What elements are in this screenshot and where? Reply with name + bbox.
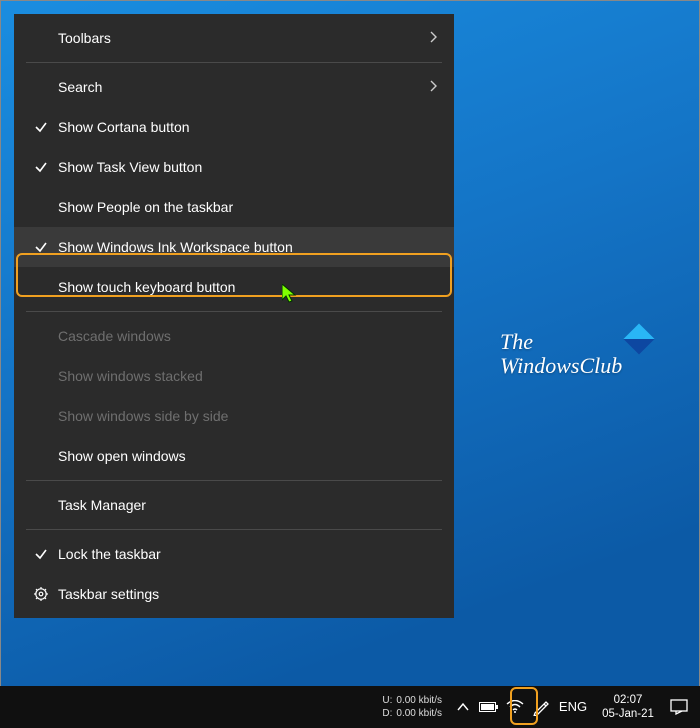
- clock-time: 02:07: [614, 693, 643, 707]
- windows-ink-workspace-icon[interactable]: [528, 686, 554, 728]
- check-icon: [28, 120, 54, 134]
- menu-item-toolbars[interactable]: Toolbars: [14, 18, 454, 58]
- menu-label-search: Search: [54, 79, 420, 95]
- check-icon: [28, 547, 54, 561]
- menu-label-taskbar-settings: Taskbar settings: [54, 586, 438, 602]
- menu-label-stacked: Show windows stacked: [54, 368, 438, 384]
- taskbar-network-meter[interactable]: U: 0.00 kbit/s D: 0.00 kbit/s: [374, 686, 450, 728]
- menu-item-show-ink[interactable]: Show Windows Ink Workspace button: [14, 227, 454, 267]
- menu-item-stacked: Show windows stacked: [14, 356, 454, 396]
- menu-separator: [26, 62, 442, 63]
- check-icon: [28, 240, 54, 254]
- menu-label-show-taskview: Show Task View button: [54, 159, 438, 175]
- chevron-right-icon: [420, 30, 438, 46]
- menu-label-open-windows: Show open windows: [54, 448, 438, 464]
- tray-overflow-button[interactable]: [450, 686, 476, 728]
- gear-icon: [28, 586, 54, 602]
- watermark-icon: [624, 323, 655, 354]
- watermark-line2: WindowsClub: [500, 354, 622, 378]
- net-up-label: U:: [382, 694, 392, 707]
- menu-item-open-windows[interactable]: Show open windows: [14, 436, 454, 476]
- clock-date: 05-Jan-21: [602, 707, 654, 721]
- taskbar: U: 0.00 kbit/s D: 0.00 kbit/s ENG 02: [0, 686, 700, 728]
- watermark-logo: The WindowsClub: [500, 330, 622, 378]
- menu-label-toolbars: Toolbars: [54, 30, 420, 46]
- menu-item-show-people[interactable]: Show People on the taskbar: [14, 187, 454, 227]
- menu-label-show-cortana: Show Cortana button: [54, 119, 438, 135]
- menu-item-cascade: Cascade windows: [14, 316, 454, 356]
- menu-item-sidebyside: Show windows side by side: [14, 396, 454, 436]
- watermark-line1: The: [500, 330, 622, 354]
- menu-separator: [26, 529, 442, 530]
- battery-icon[interactable]: [476, 686, 502, 728]
- check-icon: [28, 160, 54, 174]
- net-up-value: 0.00 kbit/s: [396, 694, 442, 707]
- taskbar-clock[interactable]: 02:07 05-Jan-21: [592, 693, 664, 721]
- menu-label-sidebyside: Show windows side by side: [54, 408, 438, 424]
- menu-item-show-touch-keyboard[interactable]: Show touch keyboard button: [14, 267, 454, 307]
- menu-item-task-manager[interactable]: Task Manager: [14, 485, 454, 525]
- language-indicator[interactable]: ENG: [554, 686, 592, 728]
- menu-item-search[interactable]: Search: [14, 67, 454, 107]
- menu-item-show-taskview[interactable]: Show Task View button: [14, 147, 454, 187]
- menu-label-show-touch: Show touch keyboard button: [54, 279, 438, 295]
- menu-label-show-people: Show People on the taskbar: [54, 199, 438, 215]
- menu-label-task-manager: Task Manager: [54, 497, 438, 513]
- menu-label-show-ink: Show Windows Ink Workspace button: [54, 239, 438, 255]
- menu-item-show-cortana[interactable]: Show Cortana button: [14, 107, 454, 147]
- menu-label-lock-taskbar: Lock the taskbar: [54, 546, 438, 562]
- menu-label-cascade: Cascade windows: [54, 328, 438, 344]
- taskbar-context-menu: Toolbars Search Show Cortana button Show…: [14, 14, 454, 618]
- tray: ENG 02:07 05-Jan-21: [450, 686, 700, 728]
- menu-separator: [26, 311, 442, 312]
- net-down-value: 0.00 kbit/s: [396, 707, 442, 720]
- chevron-right-icon: [420, 79, 438, 95]
- menu-item-lock-taskbar[interactable]: Lock the taskbar: [14, 534, 454, 574]
- menu-item-taskbar-settings[interactable]: Taskbar settings: [14, 574, 454, 614]
- wifi-icon[interactable]: [502, 686, 528, 728]
- net-down-label: D:: [382, 707, 392, 720]
- menu-separator: [26, 480, 442, 481]
- action-center-icon[interactable]: [664, 699, 694, 715]
